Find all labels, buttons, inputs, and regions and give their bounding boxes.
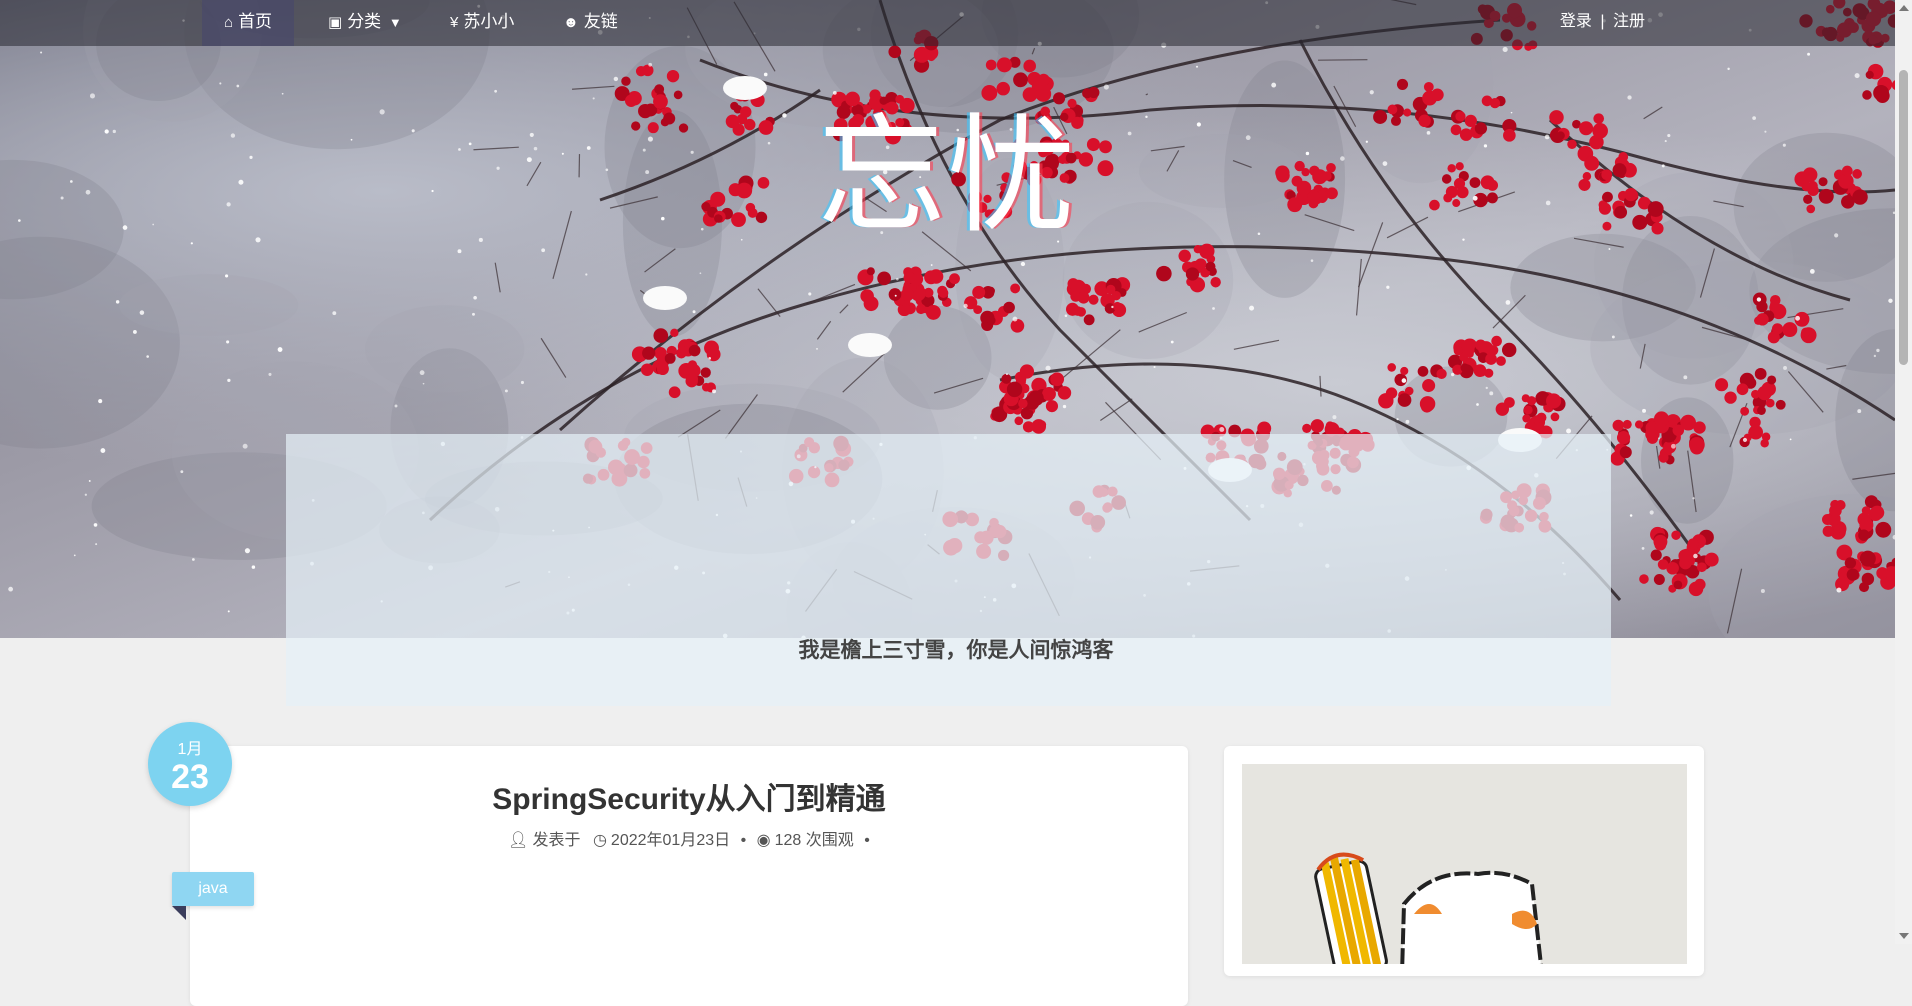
meta-views: 128 次围观 (775, 832, 854, 849)
sidebar-illustration (1242, 764, 1687, 964)
hero-quote: 我是檐上三寸雪，你是人间惊鸿客 (0, 634, 1912, 664)
date-month: 1月 (148, 722, 232, 759)
archive-icon: ▣ (328, 1, 342, 45)
scroll-down-icon[interactable] (1899, 933, 1909, 939)
auth-links: 登录 | 注册 (1560, 0, 1645, 44)
top-navbar: ⌂ 首页 ▣ 分类 ▼ ¥ 苏小小 ☻ 友链 登录 | 注册 (0, 0, 1895, 46)
users-icon: ☻ (563, 1, 579, 45)
meta-date: 2022年01月23日 (611, 832, 730, 849)
nav-item-friend-links[interactable]: ☻ 友链 (563, 0, 618, 46)
quote-box (286, 434, 1611, 706)
yen-icon: ¥ (450, 1, 458, 45)
nav-item-friend-links-label: 友链 (584, 12, 618, 31)
category-tag[interactable]: java (172, 872, 254, 906)
article-title[interactable]: SpringSecurity从入门到精通 (190, 774, 1188, 818)
meta-separator: • (741, 832, 747, 849)
meta-author: 发表于 (532, 832, 580, 849)
meta-separator-end: • (864, 832, 870, 849)
date-badge: 1月 23 (148, 722, 232, 806)
article-meta: 👤︎发表于 ◷2022年01月23日 • ◉128 次围观 • (190, 826, 1188, 850)
site-title: 忘忧 (0, 72, 1895, 257)
login-link[interactable]: 登录 (1560, 13, 1592, 30)
nav-item-category-label: 分类 (347, 12, 381, 31)
page-scrollbar[interactable] (1895, 0, 1912, 944)
nav-item-category[interactable]: ▣ 分类 ▼ (328, 0, 402, 46)
register-link[interactable]: 注册 (1613, 13, 1645, 30)
tag-fold (172, 906, 186, 920)
home-icon: ⌂ (224, 1, 233, 45)
auth-separator: | (1600, 13, 1604, 30)
nav-item-suxiaoxiao-label: 苏小小 (463, 12, 514, 31)
scroll-up-icon[interactable] (1899, 5, 1909, 11)
nav-item-home-label: 首页 (238, 12, 272, 31)
eye-icon: ◉ (757, 832, 771, 849)
nav-item-home[interactable]: ⌂ 首页 (202, 0, 294, 46)
sidebar-image (1242, 764, 1687, 964)
user-icon: 👤︎ (508, 832, 528, 849)
scroll-thumb[interactable] (1899, 70, 1908, 365)
nav-item-suxiaoxiao[interactable]: ¥ 苏小小 (450, 0, 514, 46)
caret-down-icon: ▼ (389, 15, 402, 30)
clock-icon: ◷ (593, 832, 607, 849)
date-day: 23 (148, 759, 232, 795)
